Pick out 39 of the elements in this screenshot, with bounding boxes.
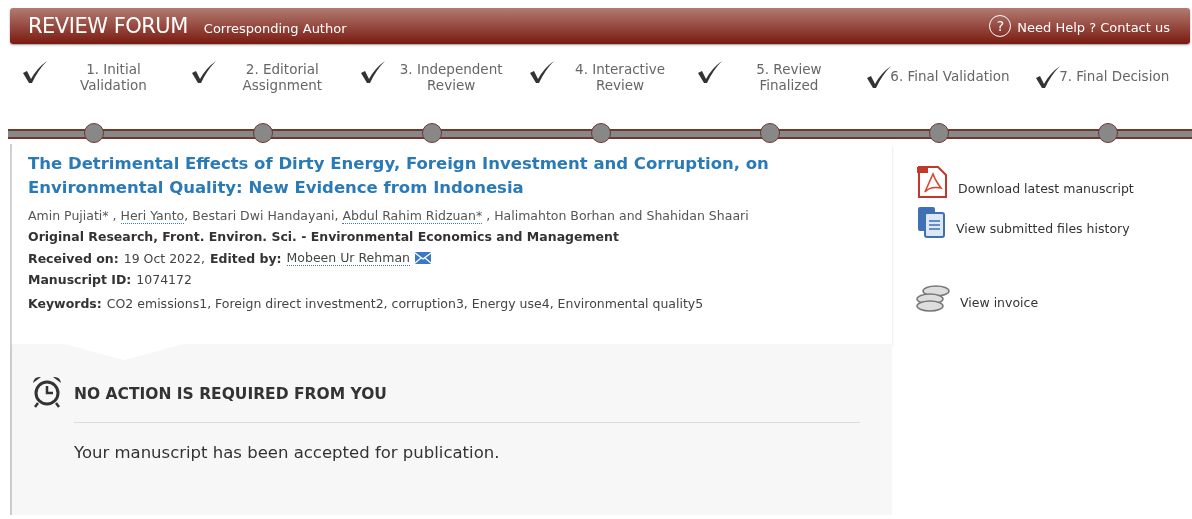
step-label: 2. Editorial Assignment — [241, 60, 324, 93]
author-link[interactable]: Abdul Rahim Ridzuan* — [342, 208, 483, 224]
mail-icon[interactable] — [414, 252, 431, 264]
alarm-clock-icon — [30, 374, 64, 408]
step-label: 6. Final Validation — [890, 67, 1011, 84]
step-label: 4. Interactive Review — [574, 60, 666, 93]
status-message: Your manuscript has been accepted for publication. — [74, 443, 501, 462]
coins-icon[interactable] — [916, 284, 950, 312]
step-label: 1. Initial Validation — [79, 60, 148, 93]
step-dot — [1097, 123, 1118, 143]
id-label: Manuscript ID: — [28, 272, 132, 287]
sidebar-link[interactable]: View submitted files history — [956, 221, 1130, 238]
help-link[interactable]: Need Help ? Contact us — [1017, 20, 1170, 35]
keywords-label: Keywords: — [28, 296, 102, 311]
step-dot — [253, 123, 274, 143]
status-title: NO ACTION IS REQUIRED FROM YOU — [74, 385, 387, 403]
pdf-file-icon[interactable] — [916, 166, 948, 198]
sidebar-link[interactable]: Download latest manuscript — [958, 181, 1134, 198]
step-label: 3. Independent Review — [398, 60, 504, 93]
step-dot — [591, 123, 611, 143]
role-label: Corresponding Author — [203, 21, 347, 36]
app-title: REVIEW FORUM — [28, 14, 188, 38]
received-date: 19 Oct 2022, — [123, 250, 205, 266]
author-list: Amin Pujiati* , Heri Yanto, Bestari Dwi Handayani, Abdul Rahim Ridzuan* , Halimahton Borhan and Shahidan Shaari — [28, 208, 876, 223]
step-label: 5. Review Finalized — [755, 60, 823, 93]
article-type: Original Research, Front. Environ. Sci. - Environmental Economics and Management — [28, 229, 620, 244]
sidebar-link[interactable]: View invoice — [960, 295, 1039, 312]
editor-link[interactable]: Mobeen Ur Rehman — [286, 250, 410, 266]
step-dot — [422, 123, 443, 143]
received-label: Received on: — [28, 250, 119, 266]
documents-icon[interactable] — [916, 206, 946, 238]
step-dot — [84, 123, 105, 143]
step-dot — [759, 123, 780, 143]
edited-label: Edited by: — [209, 250, 282, 266]
keywords: CO2 emissions1, Foreign direct investment2, corruption3, Energy use4, Environmental quality5 — [106, 296, 704, 311]
article-title[interactable]: The Detrimental Effects of Dirty Energy, Foreign Investment and Corruption, on Environmental Quality: New Evidence from Indonesia — [28, 152, 858, 200]
step-label: 7. Final Decision — [1059, 67, 1171, 84]
manuscript-id: 1074172 — [136, 272, 192, 287]
step-dot — [928, 123, 949, 143]
